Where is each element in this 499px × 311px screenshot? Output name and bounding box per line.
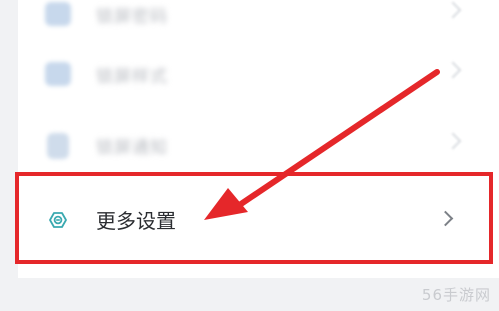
watermark: 56手游网 — [421, 286, 491, 304]
settings-row-blurred-2[interactable]: 锁屏样式 — [18, 46, 499, 104]
settings-row-blurred-3[interactable]: 锁屏通知 — [18, 117, 499, 175]
settings-row-label: 锁屏密码 — [96, 7, 168, 27]
chevron-right-icon — [444, 61, 462, 79]
lock-icon — [45, 2, 71, 26]
highlight-box — [15, 172, 493, 264]
wallpaper-icon — [45, 62, 71, 86]
settings-row-blurred-1[interactable]: 锁屏密码 — [18, 0, 499, 44]
chevron-right-icon — [444, 132, 462, 150]
screen: 锁屏密码 锁屏样式 锁屏通知 更多设置 56手游网 — [0, 0, 499, 311]
settings-row-label: 锁屏样式 — [96, 67, 168, 87]
notification-icon — [47, 133, 69, 159]
settings-row-label: 锁屏通知 — [96, 138, 168, 158]
chevron-right-icon — [444, 1, 462, 19]
